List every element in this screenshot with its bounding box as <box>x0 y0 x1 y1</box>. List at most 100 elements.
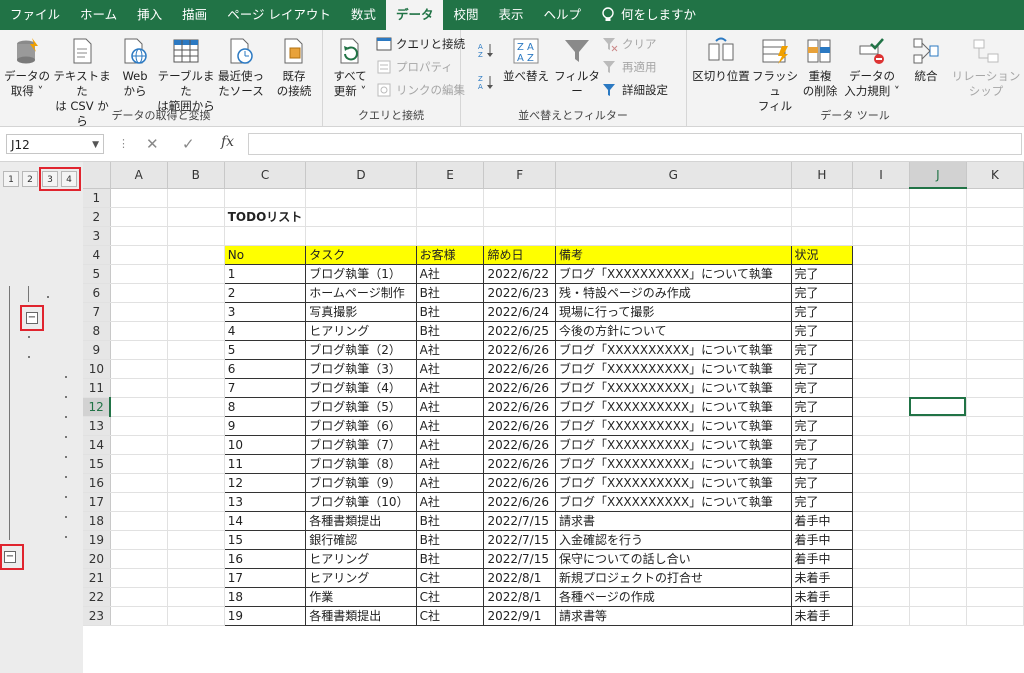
cell-C17[interactable]: 13 <box>223 491 307 512</box>
cell-A10[interactable] <box>110 359 168 379</box>
cell-H13[interactable]: 完了 <box>790 415 854 436</box>
tab-7[interactable]: 校閲 <box>443 0 488 30</box>
cell-E2[interactable] <box>416 207 485 227</box>
cell-H12[interactable]: 完了 <box>790 396 854 417</box>
cell-F16[interactable]: 2022/6/26 <box>483 472 556 493</box>
cell-E12[interactable]: A社 <box>415 396 485 417</box>
cell-J1[interactable] <box>909 188 967 208</box>
cell-G23[interactable]: 請求書等 <box>554 605 792 626</box>
cell-B9[interactable] <box>167 340 225 360</box>
row-header-16[interactable]: 16 <box>83 473 111 493</box>
cell-C10[interactable]: 6 <box>223 358 307 379</box>
cell-H14[interactable]: 完了 <box>790 434 854 455</box>
tell-me-search[interactable]: 何をしますか <box>591 0 706 30</box>
cell-J2[interactable] <box>909 207 967 227</box>
cell-F2[interactable] <box>483 207 556 227</box>
cell-I21[interactable] <box>852 568 910 588</box>
cell-I8[interactable] <box>852 321 910 341</box>
cell-J10[interactable] <box>909 359 967 379</box>
cell-E10[interactable]: A社 <box>415 358 485 379</box>
cell-K21[interactable] <box>966 568 1024 588</box>
cell-F19[interactable]: 2022/7/15 <box>483 529 556 550</box>
cell-B13[interactable] <box>167 416 225 436</box>
cell-E19[interactable]: B社 <box>415 529 485 550</box>
cell-K5[interactable] <box>966 264 1024 284</box>
cell-A1[interactable] <box>110 188 168 208</box>
row-header-18[interactable]: 18 <box>83 511 111 531</box>
cell-H8[interactable]: 完了 <box>790 320 854 341</box>
cell-F9[interactable]: 2022/6/26 <box>483 339 556 360</box>
cell-G17[interactable]: ブログ「XXXXXXXXXX」について執筆 <box>554 491 792 512</box>
cell-K3[interactable] <box>966 226 1024 246</box>
active-cell[interactable] <box>909 397 967 417</box>
data-validation-button[interactable]: データの 入力規則 ˅ <box>842 36 902 99</box>
cell-D22[interactable]: 作業 <box>305 586 417 607</box>
cell-B15[interactable] <box>167 454 225 474</box>
cell-C7[interactable]: 3 <box>223 301 307 322</box>
cell-F1[interactable] <box>483 188 556 208</box>
formula-input[interactable] <box>248 133 1022 155</box>
cell-E14[interactable]: A社 <box>415 434 485 455</box>
cell-H20[interactable]: 着手中 <box>790 548 854 569</box>
cell-H10[interactable]: 完了 <box>790 358 854 379</box>
column-header-F[interactable]: F <box>483 162 556 189</box>
cell-D7[interactable]: 写真撮影 <box>305 301 417 322</box>
tab-6[interactable]: データ <box>385 0 444 30</box>
from-table-range-button[interactable]: テーブルまた は範囲から <box>156 36 216 114</box>
cell-I11[interactable] <box>852 378 910 398</box>
cell-C1[interactable] <box>224 188 307 208</box>
cell-E11[interactable]: A社 <box>415 377 485 398</box>
cell-B5[interactable] <box>167 264 225 284</box>
cell-E5[interactable]: A社 <box>415 263 485 284</box>
cell-H9[interactable]: 完了 <box>790 339 854 360</box>
tab-5[interactable]: 数式 <box>341 0 386 30</box>
cell-J11[interactable] <box>909 378 967 398</box>
cell-F10[interactable]: 2022/6/26 <box>483 358 556 379</box>
cell-J8[interactable] <box>909 321 967 341</box>
cell-C11[interactable]: 7 <box>223 377 307 398</box>
column-header-G[interactable]: G <box>555 162 792 189</box>
cell-J18[interactable] <box>909 511 967 531</box>
edit-links-button[interactable]: リンクの編集 <box>376 82 465 98</box>
cell-B2[interactable] <box>167 207 225 227</box>
cell-B7[interactable] <box>167 302 225 322</box>
cell-A16[interactable] <box>110 473 168 493</box>
row-header-15[interactable]: 15 <box>83 454 111 474</box>
cell-C16[interactable]: 12 <box>223 472 307 493</box>
cell-E9[interactable]: A社 <box>415 339 485 360</box>
properties-button[interactable]: プロパティ <box>376 59 453 75</box>
cell-K2[interactable] <box>966 207 1024 227</box>
sort-button[interactable]: Z AA Z 並べ替え <box>500 36 552 84</box>
cell-K23[interactable] <box>966 606 1024 626</box>
cell-F22[interactable]: 2022/8/1 <box>483 586 556 607</box>
cell-D8[interactable]: ヒアリング <box>305 320 417 341</box>
tab-4[interactable]: ページ レイアウト <box>217 0 341 30</box>
cell-E21[interactable]: C社 <box>415 567 485 588</box>
cell-B19[interactable] <box>167 530 225 550</box>
cell-K9[interactable] <box>966 340 1024 360</box>
cell-A18[interactable] <box>110 511 168 531</box>
cell-A21[interactable] <box>110 568 168 588</box>
cell-B23[interactable] <box>167 606 225 626</box>
clear-filter-button[interactable]: クリア <box>602 36 657 52</box>
cell-B18[interactable] <box>167 511 225 531</box>
cell-E23[interactable]: C社 <box>415 605 485 626</box>
cell-H1[interactable] <box>791 188 854 208</box>
cell-B11[interactable] <box>167 378 225 398</box>
cell-B12[interactable] <box>167 397 225 417</box>
cell-J20[interactable] <box>909 549 967 569</box>
cell-K16[interactable] <box>966 473 1024 493</box>
column-header-K[interactable]: K <box>966 162 1024 189</box>
cell-E7[interactable]: B社 <box>415 301 485 322</box>
cell-F21[interactable]: 2022/8/1 <box>483 567 556 588</box>
flash-fill-button[interactable]: フラッシュ フィル <box>750 36 800 114</box>
column-header-D[interactable]: D <box>305 162 417 189</box>
cell-A14[interactable] <box>110 435 168 455</box>
row-header-22[interactable]: 22 <box>83 587 111 607</box>
cell-I16[interactable] <box>852 473 910 493</box>
cell-H6[interactable]: 完了 <box>790 282 854 303</box>
from-web-button[interactable]: Web から <box>114 36 156 99</box>
column-header-B[interactable]: B <box>167 162 225 189</box>
cell-F14[interactable]: 2022/6/26 <box>483 434 556 455</box>
cell-J22[interactable] <box>909 587 967 607</box>
